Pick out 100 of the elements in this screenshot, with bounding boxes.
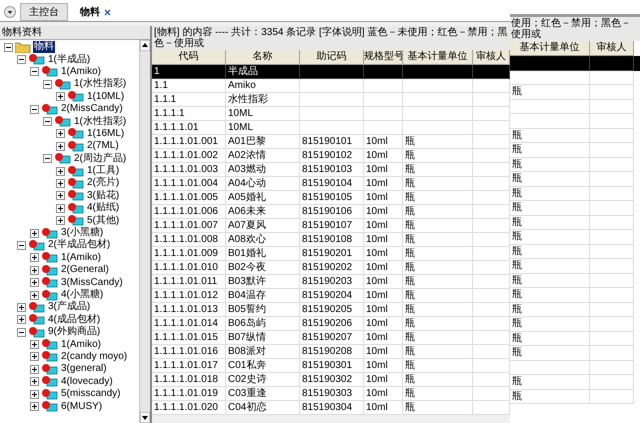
close-icon[interactable] bbox=[104, 8, 111, 16]
tree-node-label[interactable]: 5(misscandy) bbox=[60, 388, 122, 400]
expand-toggle[interactable] bbox=[17, 240, 26, 250]
tree-node-label[interactable]: 4(小黑糖) bbox=[60, 289, 104, 301]
tree-node-label[interactable]: 2(7ML) bbox=[86, 140, 120, 152]
table-row[interactable]: 1.1 Amiko bbox=[152, 79, 510, 93]
expand-toggle[interactable] bbox=[56, 216, 65, 226]
expand-toggle[interactable] bbox=[43, 80, 52, 89]
expand-toggle[interactable] bbox=[43, 154, 52, 164]
tree-node-label[interactable]: 1(水性指彩) bbox=[73, 116, 128, 128]
tree-node-label[interactable]: 1(工具) bbox=[86, 165, 120, 178]
tree-node-label[interactable]: 1(半成品) bbox=[47, 54, 92, 66]
expand-toggle[interactable] bbox=[30, 266, 39, 275]
table-row[interactable] bbox=[510, 70, 640, 85]
expand-toggle[interactable] bbox=[17, 315, 26, 324]
tree-node-label[interactable]: 5(其他) bbox=[86, 214, 120, 227]
expand-toggle[interactable] bbox=[4, 42, 13, 52]
tree-node-label[interactable]: 2(candy moyo) bbox=[60, 350, 128, 363]
table-row[interactable]: 1.1.1.1.01.002 A02浓情 815190102 10ml 瓶 bbox=[152, 149, 510, 163]
tree-node-label[interactable]: 6(MUSY) bbox=[60, 400, 104, 413]
tree-node-label[interactable]: 2(亮片) bbox=[86, 177, 120, 190]
expand-toggle[interactable] bbox=[17, 302, 26, 312]
tree-node-label[interactable]: 4(贴纸) bbox=[86, 202, 120, 214]
expand-toggle[interactable] bbox=[30, 340, 39, 350]
dropdown-icon[interactable] bbox=[4, 6, 16, 18]
table-row[interactable]: 1.1.1.1.01.020 C04初恋 815190304 10ml 瓶 bbox=[152, 401, 510, 415]
up-arrow-icon[interactable] bbox=[140, 40, 150, 51]
table-row[interactable]: 1.1.1.1.01.015 B07纵情 815190207 10ml 瓶 bbox=[152, 331, 510, 345]
tree-node-label[interactable]: 1(Amiko) bbox=[60, 338, 102, 351]
tree-node-label[interactable]: 1(10ML) bbox=[86, 90, 126, 103]
column-header[interactable]: 审核人 bbox=[590, 41, 634, 56]
expand-toggle[interactable] bbox=[30, 390, 39, 399]
table-row[interactable]: 1.1.1.1.01.011 B03默许 815190203 10ml 瓶 bbox=[152, 275, 510, 289]
tree-node-label[interactable]: 3(产成品) bbox=[47, 301, 92, 314]
expand-toggle[interactable] bbox=[30, 67, 39, 76]
down-arrow-icon[interactable] bbox=[140, 412, 150, 423]
tree-node-label[interactable]: 2(周边产品) bbox=[73, 152, 128, 165]
table-row[interactable]: 1.1.1.1.01 10ML bbox=[152, 121, 510, 135]
expand-toggle[interactable] bbox=[56, 166, 65, 176]
table-row[interactable]: 1.1.1.1.01.016 B08派对 815190208 10ml 瓶 bbox=[152, 345, 510, 359]
expand-toggle[interactable] bbox=[43, 117, 52, 126]
expand-toggle[interactable] bbox=[17, 328, 26, 337]
table-row[interactable]: 1.1.1.1.01.017 C01私奔 815190301 10ml 瓶 bbox=[152, 359, 510, 373]
table-row[interactable]: 1.1.1.1.01.007 A07夏风 815190107 10ml 瓶 bbox=[152, 219, 510, 233]
table-row[interactable]: 1.1.1.1.01.018 C02史诗 815190302 10ml 瓶 bbox=[152, 373, 510, 387]
table-row[interactable]: 1.1.1.1.01.003 A03燃动 815190103 10ml 瓶 bbox=[152, 163, 510, 177]
tree-node-label[interactable]: 2(半成品包材) bbox=[47, 239, 112, 252]
table-row[interactable]: 1.1.1.1.01.014 B06岛屿 815190206 10ml 瓶 bbox=[152, 317, 510, 331]
column-header[interactable]: 基本计量单位 bbox=[510, 41, 590, 56]
expand-toggle[interactable] bbox=[30, 278, 39, 288]
expand-toggle[interactable] bbox=[17, 55, 26, 64]
scrollbar[interactable] bbox=[139, 40, 150, 423]
expand-toggle[interactable] bbox=[30, 352, 39, 362]
table-row[interactable]: 1 半成品 bbox=[152, 65, 510, 79]
table-row[interactable]: 1.1.1.1.01.013 B05誓约 815190205 10ml 瓶 bbox=[152, 303, 510, 317]
expand-toggle[interactable] bbox=[30, 104, 39, 114]
table-row[interactable]: 1.1.1.1.01.006 A06未来 815190106 10ml 瓶 bbox=[152, 205, 510, 219]
expand-toggle[interactable] bbox=[56, 129, 65, 138]
tree-node-label[interactable]: 3(MissCandy) bbox=[60, 276, 124, 289]
table-row[interactable]: 1.1.1 水性指彩 bbox=[152, 93, 510, 107]
column-header[interactable]: 助记码 bbox=[300, 50, 364, 65]
table-row[interactable]: 1.1.1.1.01.019 C03重逢 815190303 10ml 瓶 bbox=[152, 387, 510, 401]
expand-toggle[interactable] bbox=[30, 364, 39, 374]
expand-toggle[interactable] bbox=[30, 228, 39, 238]
tree-node-label[interactable]: 1(16ML) bbox=[86, 128, 126, 140]
tree-node-label[interactable]: 2(General) bbox=[60, 264, 110, 276]
column-header[interactable]: 代码 bbox=[152, 50, 226, 65]
table-row[interactable]: 1.1.1.1.01.004 A04心动 815190104 10ml 瓶 bbox=[152, 177, 510, 191]
expand-toggle[interactable] bbox=[56, 92, 65, 102]
expand-toggle[interactable] bbox=[56, 204, 65, 213]
column-header[interactable]: 审核人 bbox=[473, 50, 510, 65]
tree-node-label[interactable]: 1(Amiko) bbox=[60, 252, 102, 264]
tree-node-label[interactable]: 2(MissCandy) bbox=[60, 103, 124, 116]
table-row[interactable]: 1.1.1.1.01.012 B04温存 815190204 10ml 瓶 bbox=[152, 289, 510, 303]
tree-node-label[interactable]: 物料 bbox=[33, 41, 55, 54]
tab[interactable]: 主控台 bbox=[20, 3, 68, 21]
table-row[interactable]: 1.1.1.1.01.008 A08欢心 815190108 10ml 瓶 bbox=[152, 233, 510, 247]
column-header[interactable]: 名称 bbox=[226, 50, 300, 65]
expand-toggle[interactable] bbox=[30, 377, 39, 386]
column-header[interactable]: 规格型号 bbox=[364, 50, 403, 65]
tree-node-label[interactable]: 3(小黑糖) bbox=[60, 227, 104, 240]
table-row[interactable]: 1.1.1.1.01.010 B02今夜 815190202 10ml 瓶 bbox=[152, 261, 510, 275]
tree-node-label[interactable]: 9(外购商品) bbox=[47, 326, 102, 338]
tree-node-label[interactable]: 1(Amiko) bbox=[60, 66, 102, 78]
column-header[interactable]: 基本计量单位 bbox=[403, 50, 473, 65]
expand-toggle[interactable] bbox=[56, 142, 65, 151]
table-row[interactable]: 1.1.1.1 10ML bbox=[152, 107, 510, 121]
table-row[interactable]: 1.1.1.1.01.001 A01巴黎 815190101 10ml 瓶 bbox=[152, 135, 510, 149]
expand-toggle[interactable] bbox=[30, 290, 39, 300]
tree-node-label[interactable]: 1(水性指彩) bbox=[73, 78, 128, 90]
expand-toggle[interactable] bbox=[56, 178, 65, 188]
tree-node-label[interactable]: 3(general) bbox=[60, 363, 108, 376]
expand-toggle[interactable] bbox=[30, 402, 39, 412]
expand-toggle[interactable] bbox=[56, 191, 65, 200]
table-row[interactable]: 1.1.1.1.01.005 A05婚礼 815190105 10ml 瓶 bbox=[152, 191, 510, 205]
tree-node-label[interactable]: 4(成品包材) bbox=[47, 314, 102, 326]
tree-node-label[interactable]: 4(lovecady) bbox=[60, 376, 114, 388]
expand-toggle[interactable] bbox=[30, 253, 39, 262]
table-row[interactable]: 1.1.1.1.01.009 B01婚礼 815190201 10ml 瓶 bbox=[152, 247, 510, 261]
tree-node-label[interactable]: 3(贴花) bbox=[86, 190, 120, 202]
